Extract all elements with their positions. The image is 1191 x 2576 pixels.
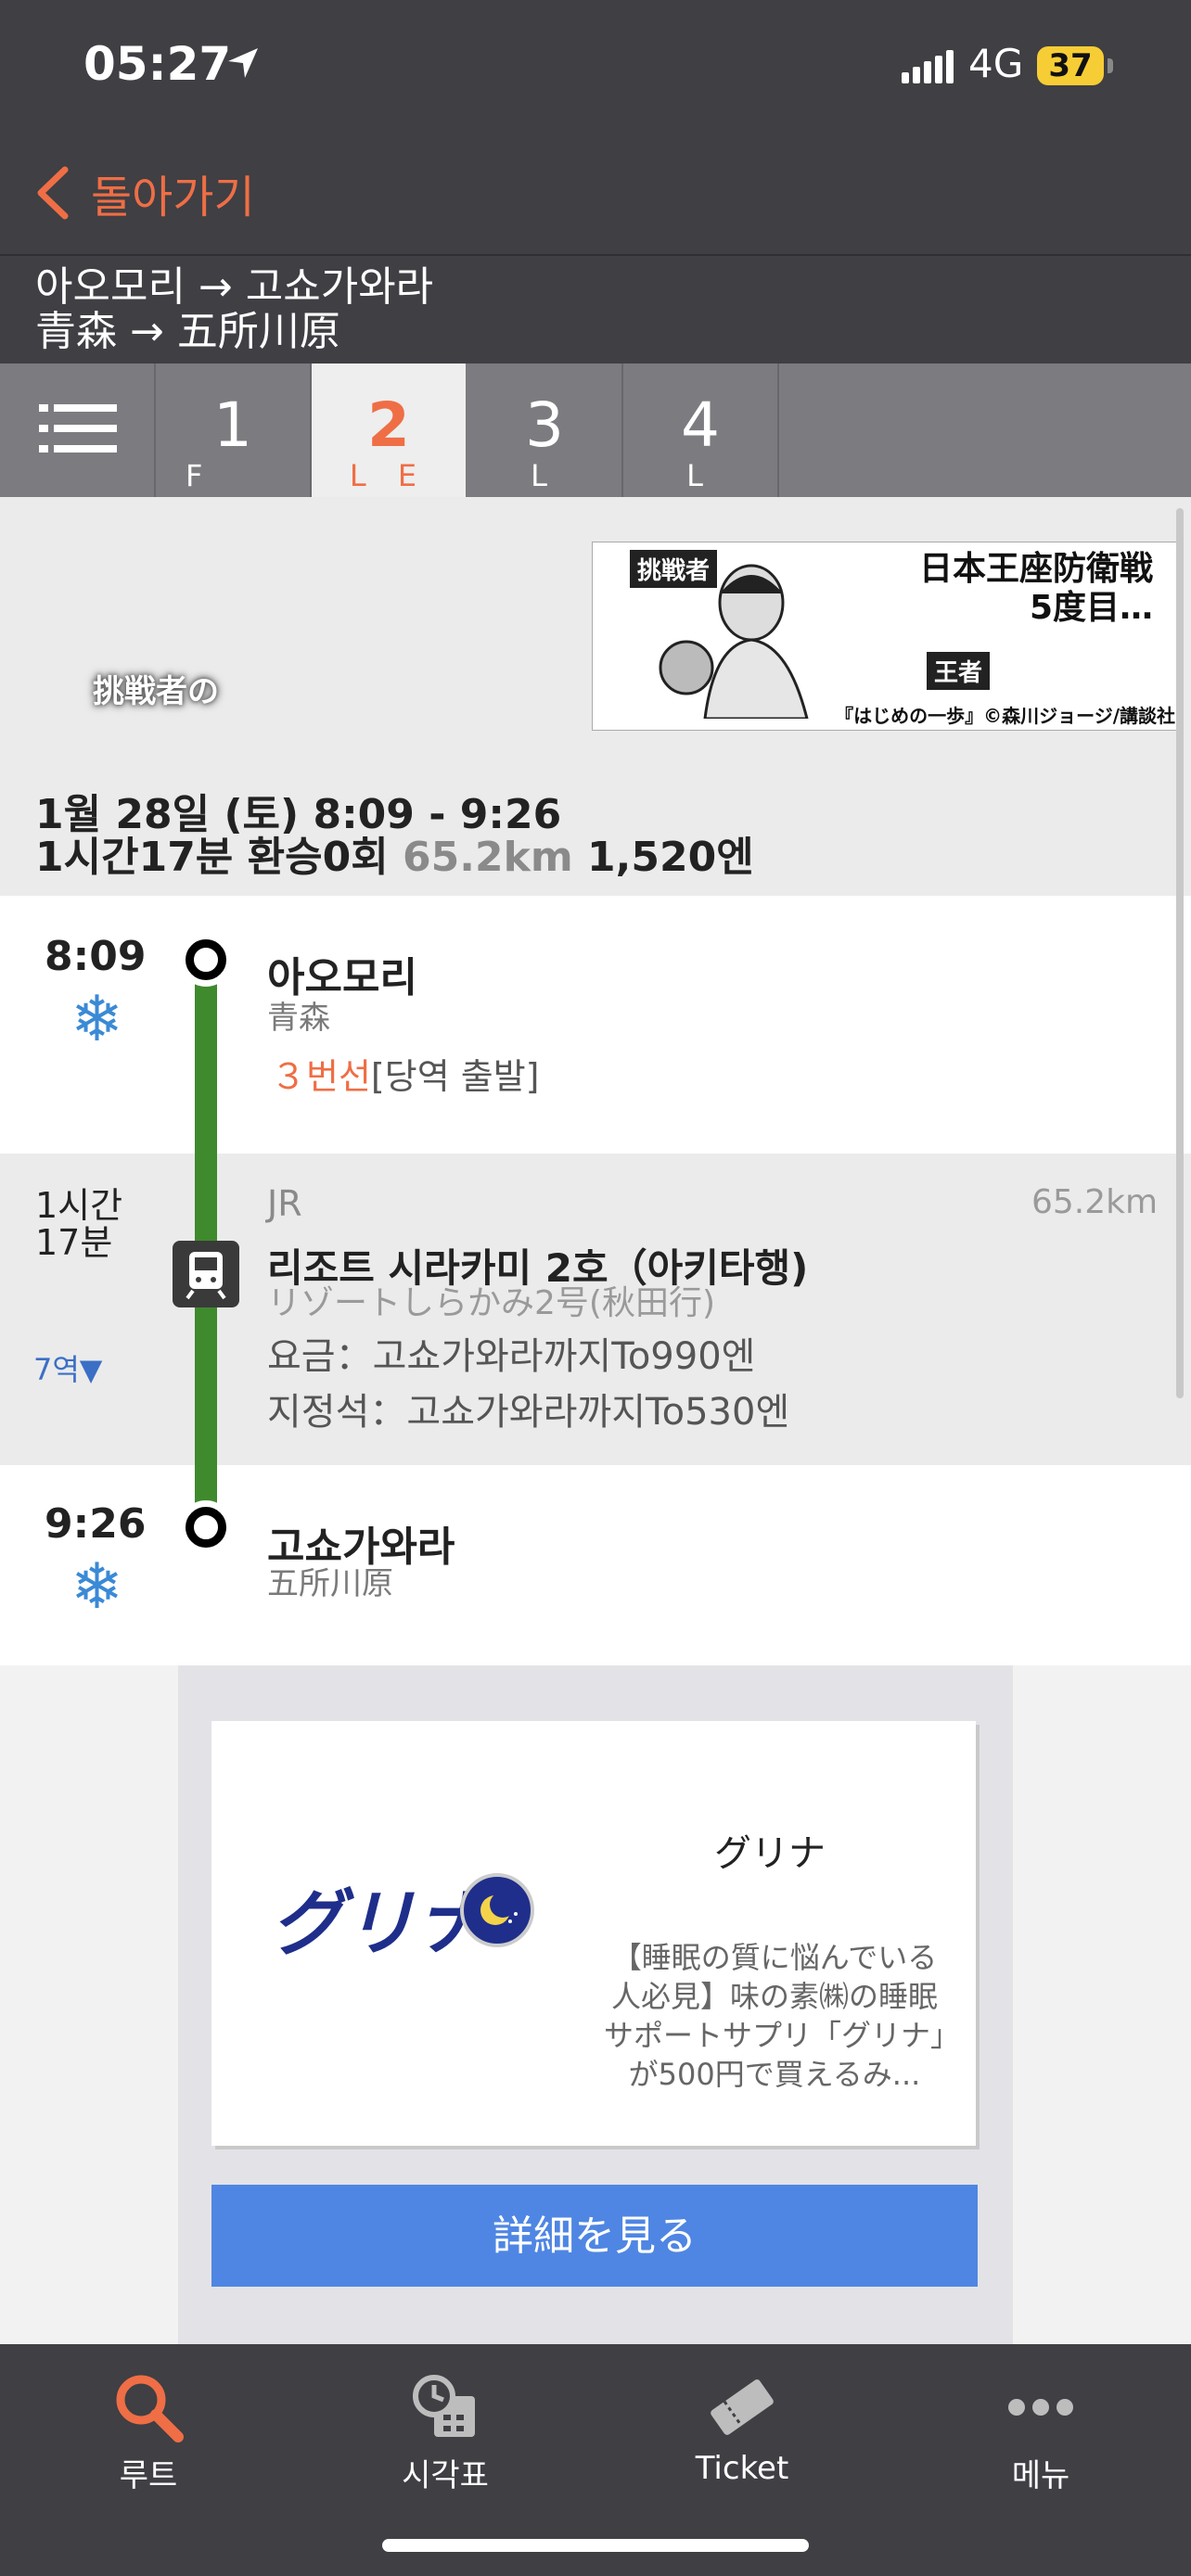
route-summary: 1월 28일 (토) 8:09 - 9:26 1시간17분 환승0회 65.2k… (0, 788, 1191, 896)
back-button[interactable]: 돌아가기 (33, 156, 255, 230)
nav-ticket[interactable]: Ticket (649, 2357, 835, 2506)
summary-distance: 65.2km (403, 834, 573, 881)
duration-line1: 1시간 (35, 1185, 123, 1226)
location-arrow-icon (228, 48, 258, 78)
operator-label: JR (267, 1183, 302, 1224)
status-time: 05:27 (83, 37, 232, 91)
boxer-illustration (659, 564, 809, 719)
more-icon (1008, 2399, 1073, 2416)
tab-sub: L E (349, 458, 429, 493)
timetable-icon (413, 2375, 475, 2437)
tab-number: 2 (367, 389, 410, 461)
nav-label: Ticket (695, 2450, 789, 2487)
departure-platform: ３번선[당역 출발] (271, 1048, 540, 1099)
nav-label: 루트 (119, 2457, 178, 2494)
ticket-icon (711, 2379, 774, 2435)
platform-number: ３번선 (271, 1056, 371, 1097)
route-tabs: 1 F 2 L E 3 L 4 L (0, 363, 1191, 497)
nav-label: 메뉴 (1011, 2457, 1070, 2494)
segment-duration: 1시간 17분 (35, 1187, 122, 1261)
tab-number: 1 (213, 389, 252, 461)
ad-logo: グリナ (271, 1882, 489, 1966)
tab-sub: L (686, 458, 714, 493)
train-icon (173, 1241, 239, 1307)
tab-number: 3 (525, 389, 564, 461)
battery-icon: 37 (1037, 46, 1104, 85)
summary-transfers: 환승0회 (247, 834, 389, 881)
snowflake-icon: ❄ (70, 1550, 123, 1624)
tab-sub: F (186, 458, 214, 493)
summary-details: 1시간17분 환승0회 65.2km 1,520엔 (35, 835, 754, 881)
departure-section (0, 896, 1191, 1154)
moon-icon (460, 1873, 534, 1947)
banner-credit: 『はじめの一歩』©森川ジョージ/講談社 (835, 705, 1175, 727)
banner-overlay-text: 挑戦者の (93, 673, 219, 710)
tab-list[interactable] (0, 363, 156, 497)
tab-route-2[interactable]: 2 L E (312, 363, 466, 497)
arrival-node (186, 1507, 226, 1548)
segment-fare: 요금：고쇼가와라까지To990엔 (267, 1335, 756, 1378)
departure-station-ja: 青森 (267, 1000, 330, 1037)
signal-icon (902, 50, 954, 83)
tab-number: 4 (681, 389, 720, 461)
search-icon (116, 2375, 184, 2442)
ad-description: 【睡眠の質に悩んでいる人必見】味の素㈱の睡眠サポートサプリ「グリナ」が500円で… (603, 1940, 945, 2092)
route-header: 아오모리 → 고쇼가와라 青森 → 五所川原 (0, 254, 1191, 365)
arrival-time: 9:26 (45, 1500, 147, 1548)
chevron-left-icon (37, 166, 69, 220)
snowflake-icon: ❄ (70, 983, 123, 1056)
summary-date-time: 1월 28일 (토) 8:09 - 9:26 (35, 791, 562, 838)
tab-route-1[interactable]: 1 F (156, 363, 312, 497)
tab-route-4[interactable]: 4 L (623, 363, 779, 497)
route-japanese: 青森 → 五所川原 (35, 308, 340, 355)
back-label: 돌아가기 (91, 172, 255, 223)
stops-toggle[interactable]: 7역▼ (33, 1346, 102, 1389)
departure-time: 8:09 (45, 933, 147, 980)
nav-menu[interactable]: 메뉴 (948, 2357, 1133, 2506)
nav-route[interactable]: 루트 (56, 2357, 241, 2506)
departure-node (186, 939, 226, 980)
nav-label: 시각표 (402, 2457, 489, 2494)
nav-timetable[interactable]: 시각표 (352, 2357, 538, 2506)
arrival-section (0, 1465, 1191, 1665)
duration-line2: 17분 (35, 1222, 113, 1263)
route-korean: 아오모리 → 고쇼가와라 (35, 263, 434, 311)
reserved-seat-fare: 지정석：고쇼가와라까지To530엔 (267, 1391, 790, 1434)
list-icon (39, 404, 117, 453)
status-bar: 05:27 4G 37 (0, 0, 1191, 139)
tab-sub: L (531, 458, 558, 493)
battery-tip (1108, 58, 1113, 73)
train-name-ja: リゾートしらかみ2号(秋田行) (267, 1284, 715, 1322)
home-indicator[interactable] (382, 2539, 809, 2552)
banner-headline: 日本王座防衛戦 5度目… (918, 550, 1153, 627)
tab-route-3[interactable]: 3 L (467, 363, 623, 497)
arrival-station-ja: 五所川原 (267, 1565, 393, 1602)
summary-fare: 1,520엔 (587, 834, 754, 881)
network-label: 4G (968, 41, 1024, 86)
summary-duration: 1시간17분 (35, 834, 234, 881)
platform-note: [당역 출발] (370, 1056, 540, 1097)
ad-details-button[interactable]: 詳細を見る (211, 2185, 978, 2287)
banner-tag-champion: 王者 (927, 652, 991, 690)
segment-distance: 65.2km (1031, 1183, 1159, 1221)
scrollbar[interactable] (1176, 508, 1184, 1398)
ad-title: グリナ (714, 1832, 826, 1875)
